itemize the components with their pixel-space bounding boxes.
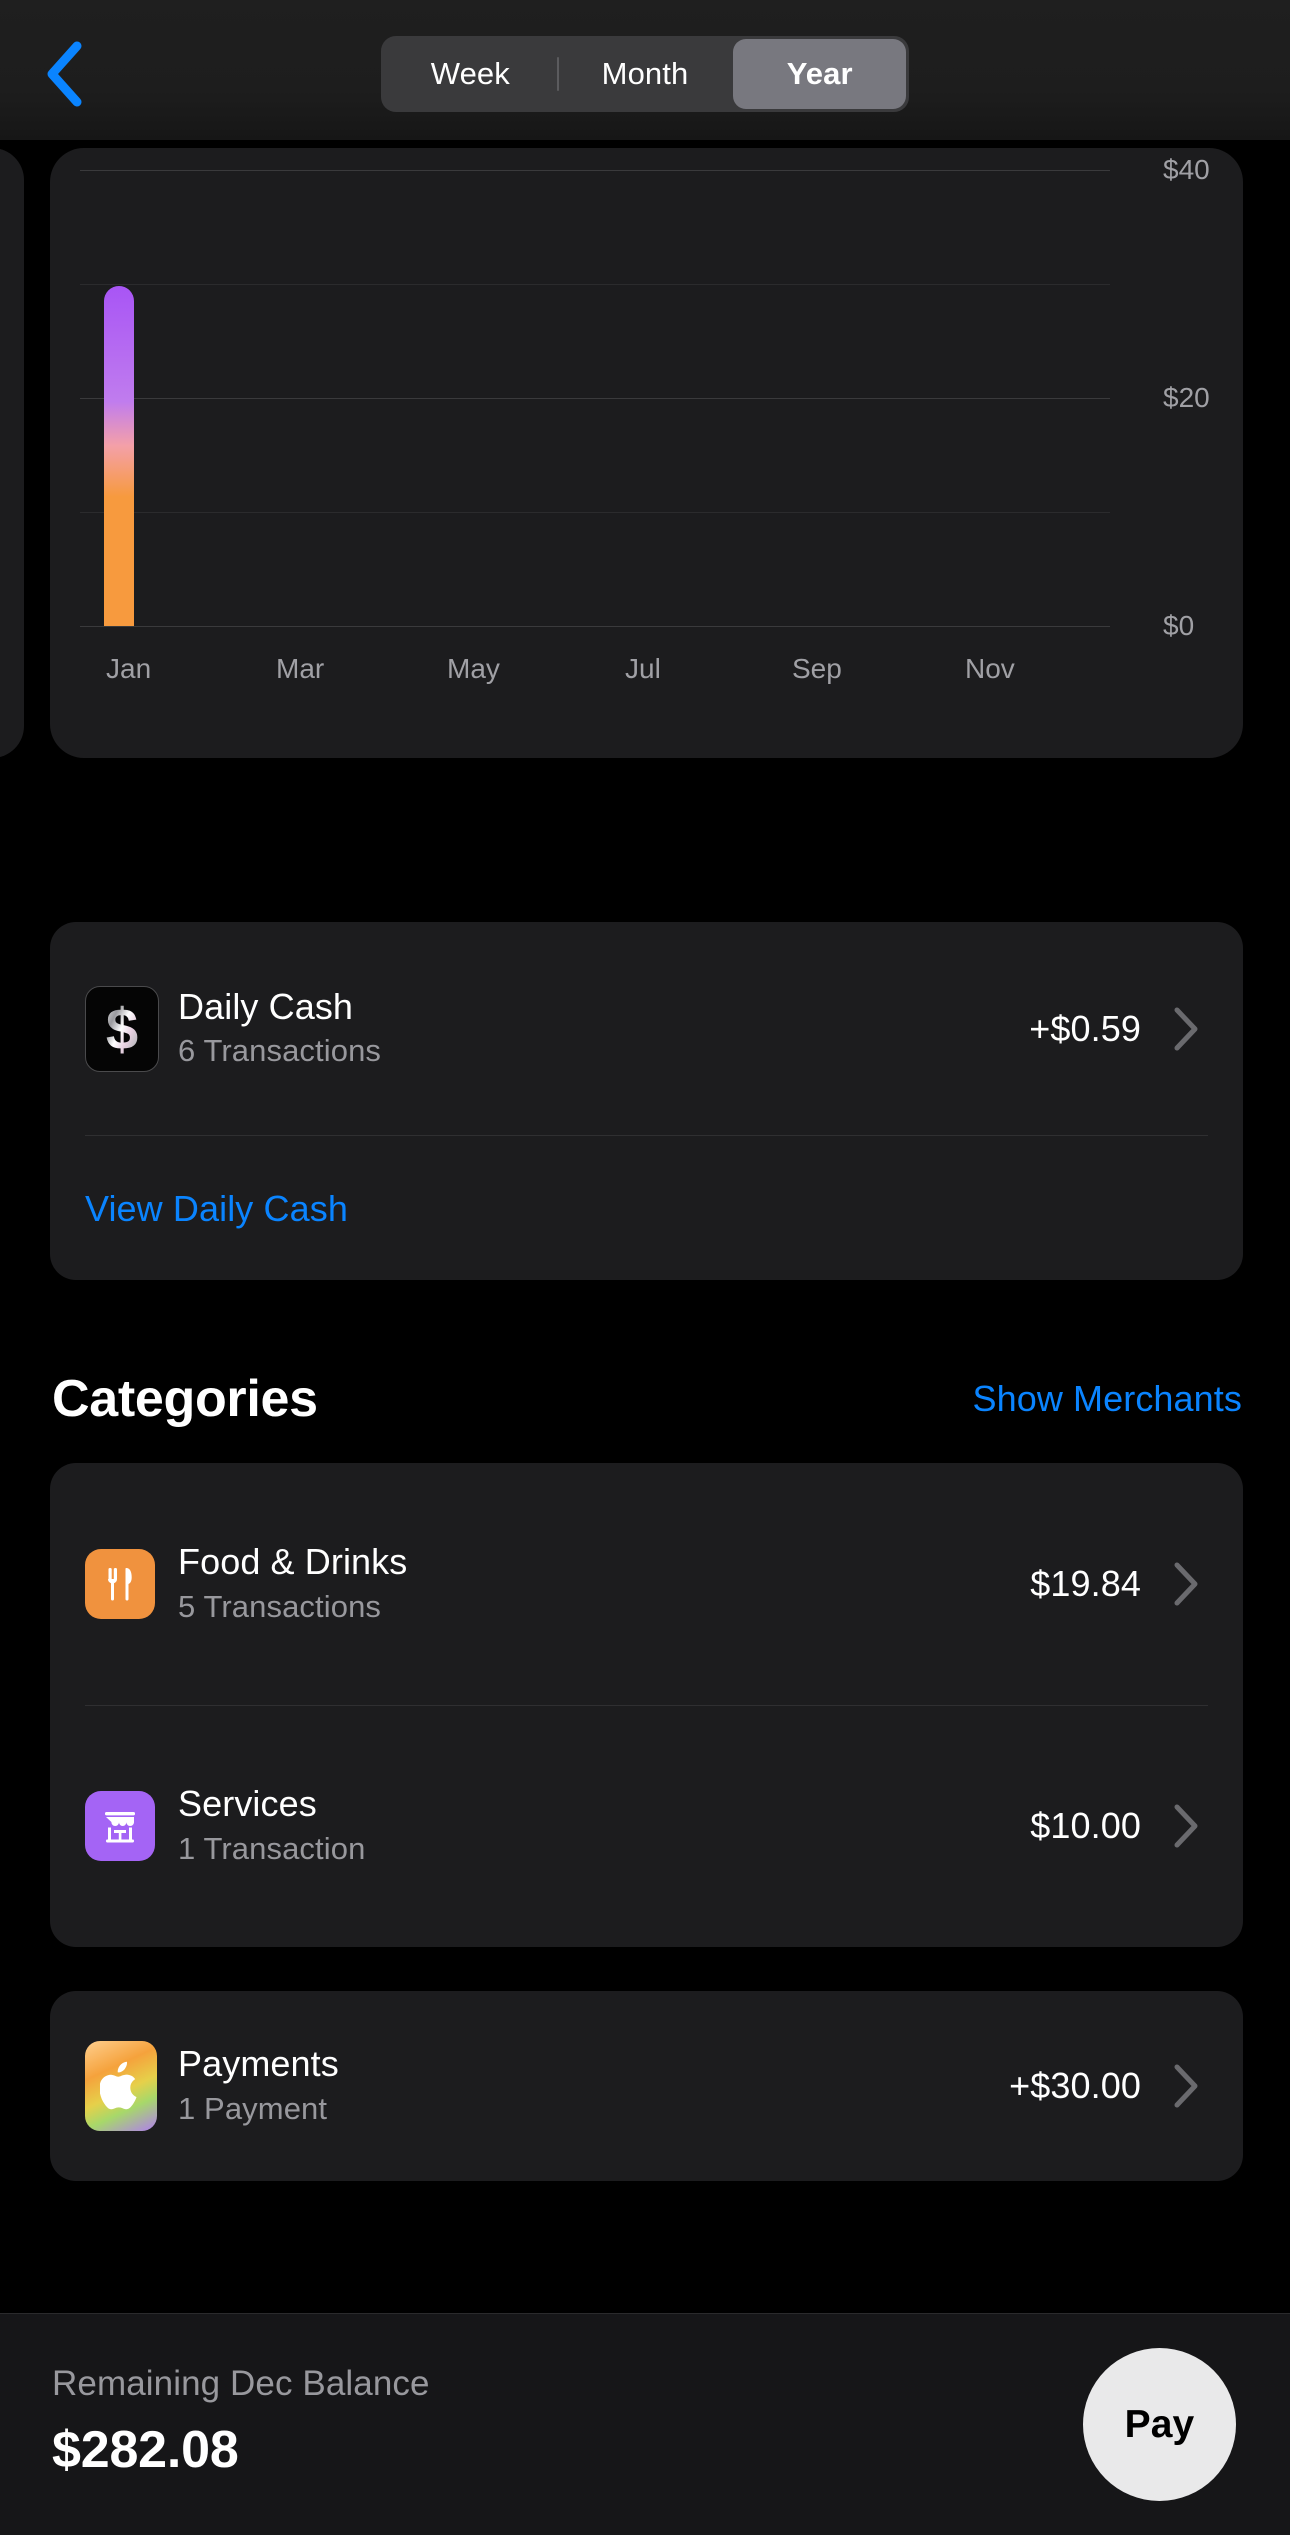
- payments-row[interactable]: Payments 1 Payment +$30.00: [50, 1991, 1243, 2181]
- fork-knife-icon: [108, 1567, 132, 1601]
- daily-cash-texts: Daily Cash 6 Transactions: [178, 986, 381, 1070]
- daily-cash-amount: +$0.59: [1029, 1007, 1141, 1049]
- remaining-balance-label: Remaining Dec Balance: [52, 2364, 430, 2403]
- show-merchants-button[interactable]: Show Merchants: [972, 1378, 1242, 1420]
- chevron-right-icon: [1174, 1804, 1198, 1848]
- chart-plot-area: $40 $20 $0 Jan Mar May Jul Sep Nov: [80, 148, 1210, 708]
- chevron-right-icon: [1174, 1562, 1198, 1606]
- segment-year[interactable]: Year: [733, 39, 907, 109]
- segment-month[interactable]: Month: [559, 39, 732, 109]
- payments-card[interactable]: Payments 1 Payment +$30.00: [50, 1991, 1243, 2181]
- y-tick-label-20: $20: [1163, 382, 1210, 413]
- payments-title: Payments: [178, 2042, 339, 2084]
- food-drinks-icon-container: [85, 1549, 155, 1619]
- dollar-sign-icon: $: [106, 997, 138, 1061]
- app-screen: Week Month Year $40 $20 $0 Jan Mar May J…: [0, 0, 1290, 2535]
- services-title: Services: [178, 1782, 317, 1824]
- segment-year-label: Year: [786, 56, 853, 91]
- services-subtitle: 1 Transaction: [178, 1830, 366, 1866]
- category-row-food-drinks[interactable]: Food & Drinks 5 Transactions $19.84: [50, 1463, 1243, 1705]
- bar-jan[interactable]: [104, 286, 134, 626]
- daily-cash-title: Daily Cash: [178, 985, 354, 1027]
- navigation-bar: Week Month Year: [0, 0, 1290, 140]
- payments-texts: Payments 1 Payment: [178, 2042, 339, 2128]
- view-daily-cash-link[interactable]: View Daily Cash: [85, 1188, 348, 1230]
- x-tick-label-jan: Jan: [106, 653, 152, 684]
- pay-button-label: Pay: [1124, 2402, 1195, 2446]
- categories-card: Food & Drinks 5 Transactions $19.84 Serv…: [50, 1463, 1243, 1947]
- apple-logo-icon: [100, 2061, 137, 2110]
- segment-week-label: Week: [430, 56, 510, 91]
- remaining-balance-amount: $282.08: [52, 2421, 239, 2479]
- payments-icon-container: [85, 2041, 157, 2131]
- back-button[interactable]: [26, 36, 102, 112]
- y-tick-label-0: $0: [1163, 610, 1195, 641]
- x-tick-label-jul: Jul: [625, 653, 661, 684]
- daily-cash-card: $ Daily Cash 6 Transactions +$0.59 View …: [50, 922, 1243, 1280]
- payments-subtitle: 1 Payment: [178, 2090, 328, 2126]
- period-segmented-control[interactable]: Week Month Year: [381, 36, 909, 112]
- services-texts: Services 1 Transaction: [178, 1782, 366, 1868]
- food-drinks-texts: Food & Drinks 5 Transactions: [178, 1540, 408, 1626]
- bottom-bar: Remaining Dec Balance $282.08 Pay: [0, 2313, 1290, 2535]
- food-drinks-amount: $19.84: [1030, 1563, 1141, 1604]
- chevron-left-icon: [47, 41, 82, 107]
- x-tick-label-nov: Nov: [965, 653, 1015, 684]
- pay-button[interactable]: Pay: [1083, 2348, 1236, 2501]
- payments-amount: +$30.00: [1009, 2065, 1141, 2106]
- spending-chart-card[interactable]: $40 $20 $0 Jan Mar May Jul Sep Nov: [50, 148, 1243, 758]
- food-drinks-subtitle: 5 Transactions: [178, 1588, 382, 1624]
- daily-cash-row[interactable]: $ Daily Cash 6 Transactions +$0.59: [50, 922, 1243, 1135]
- services-amount: $10.00: [1030, 1805, 1141, 1846]
- category-row-services[interactable]: Services 1 Transaction $10.00: [50, 1705, 1243, 1947]
- segment-week[interactable]: Week: [384, 39, 557, 109]
- svg-text:$: $: [106, 997, 138, 1061]
- food-drinks-title: Food & Drinks: [178, 1540, 408, 1582]
- chart-card-previous-peek[interactable]: [0, 148, 24, 758]
- daily-cash-divider: [85, 1135, 1208, 1136]
- x-tick-label-mar: Mar: [276, 653, 325, 684]
- x-tick-label-may: May: [447, 653, 500, 684]
- storefront-icon: [105, 1812, 135, 1843]
- categories-header: Categories Show Merchants: [0, 1369, 1290, 1441]
- services-icon-container: [85, 1791, 155, 1861]
- chevron-right-icon: [1174, 2064, 1198, 2108]
- daily-cash-icon-container: $: [85, 985, 159, 1072]
- x-tick-label-sep: Sep: [792, 653, 842, 684]
- chevron-right-icon: [1174, 1007, 1198, 1050]
- daily-cash-subtitle: 6 Transactions: [178, 1032, 382, 1068]
- segment-month-label: Month: [601, 56, 689, 91]
- y-tick-label-40: $40: [1163, 154, 1210, 185]
- chart-bars: [80, 148, 1110, 708]
- categories-title: Categories: [52, 1370, 318, 1428]
